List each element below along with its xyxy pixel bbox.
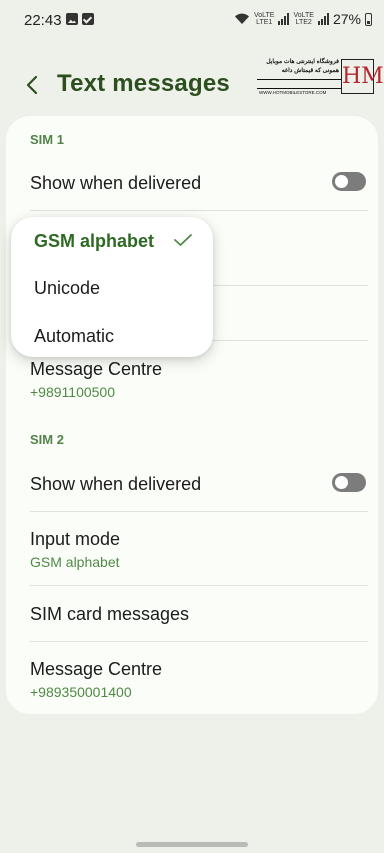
popup-option-automatic[interactable]: Automatic [34,326,114,347]
checkbox-notification-icon [82,13,94,25]
status-bar: 22:43 VoLTE LTE1 VoLTE LTE2 27% [0,0,384,40]
watermark-mark: HM [341,59,384,94]
sim1-show-delivered-label: Show when delivered [30,173,202,193]
divider [30,585,368,586]
sim1-network-label: VoLTE LTE1 [254,12,275,26]
settings-card: SIM 1 Show when delivered Message Centre… [6,116,378,714]
sim2-signal-icon [317,13,329,25]
sim2-message-centre-number: +989350001400 [30,684,132,700]
watermark-text: فروشگاه اینترنتی هات موبایل همونی که قیم… [257,58,339,76]
watermark-rule [257,79,341,80]
chevron-left-icon [26,75,38,95]
sim2-network-label: VoLTE LTE2 [293,12,314,26]
watermark-url: WWW.HOTMOBILESTORE.COM [259,90,327,95]
lte2-label: LTE2 [295,19,312,26]
battery-percent: 27% [332,11,361,27]
sim2-show-delivered-toggle[interactable] [332,473,366,492]
volte-label-2: VoLTE [293,12,314,19]
checkmark-icon [174,234,192,246]
lte1-label: LTE1 [256,19,273,26]
status-right: VoLTE LTE1 VoLTE LTE2 27% [234,11,372,27]
sim1-section-label: SIM 1 [30,132,64,147]
sim1-show-delivered-toggle[interactable] [332,172,366,191]
sim2-section-label: SIM 2 [30,432,64,447]
sim1-message-centre-number: +9891100500 [30,384,115,400]
watermark-line1: فروشگاه اینترنتی هات موبایل [266,59,339,65]
volte-label: VoLTE [253,12,275,19]
divider [30,641,368,642]
page-title: Text messages [57,70,230,97]
sim2-message-centre-label: Message Centre [30,659,163,679]
sim1-signal-icon [278,13,290,25]
sim2-input-mode-value: GSM alphabet [30,554,120,570]
input-mode-popup: GSM alphabet Unicode Automatic [11,217,213,357]
sim2-show-delivered-label: Show when delivered [30,474,202,494]
status-time: 22:43 [24,12,62,29]
gesture-nav-bar[interactable] [136,842,248,847]
sim2-sim-card-messages-label: SIM card messages [30,604,190,624]
notification-icons [66,13,94,25]
sim1-message-centre-label: Message Centre [30,359,163,379]
watermark-logo: فروشگاه اینترنتی هات موبایل همونی که قیم… [257,55,384,101]
watermark-rule-2 [257,88,341,89]
battery-icon [365,12,372,26]
watermark-line2: همونی که قیمتاش داغه [281,68,339,74]
wifi-icon [234,13,249,24]
sim2-input-mode-label: Input mode [30,529,121,549]
divider [30,210,368,211]
back-button[interactable] [18,70,48,100]
popup-option-gsm-alphabet[interactable]: GSM alphabet [34,231,154,252]
divider [30,511,368,512]
popup-option-unicode[interactable]: Unicode [34,278,100,299]
gallery-icon [66,13,78,25]
